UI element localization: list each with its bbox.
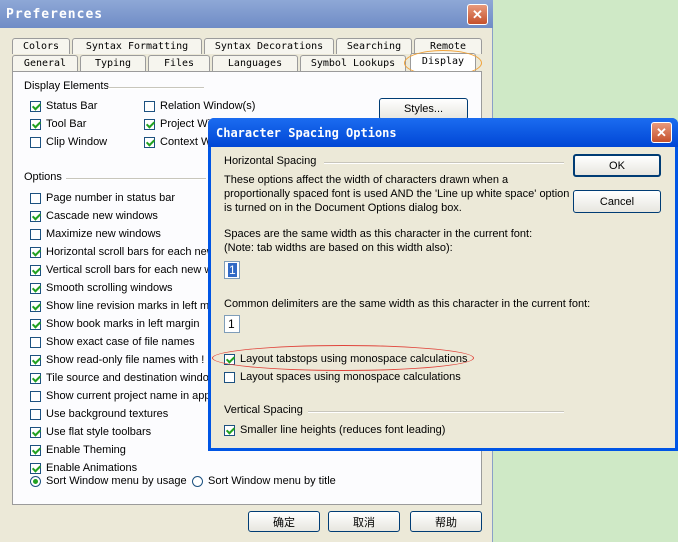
option-check-icon (30, 228, 41, 240)
relation-window-check-icon (144, 100, 155, 112)
options-list: Page number in status bar Cascade new wi… (30, 189, 210, 477)
preferences-title: Preferences (6, 6, 104, 22)
options-divider (66, 178, 206, 180)
clip-window-check-icon (30, 136, 41, 148)
preferences-cancel-button[interactable]: 取消 (328, 511, 400, 532)
tab-general[interactable]: General (12, 55, 78, 71)
option-horizontal-scroll[interactable]: Horizontal scroll bars for each new (30, 243, 210, 261)
tab-syntax-decorations[interactable]: Syntax Decorations (204, 38, 334, 54)
option-check-icon (30, 444, 41, 456)
tab-files[interactable]: Files (148, 55, 210, 71)
context-window-checkbox[interactable]: Context W (144, 136, 211, 148)
option-flat-toolbars[interactable]: Use flat style toolbars (30, 423, 210, 441)
clip-window-checkbox[interactable]: Clip Window (30, 136, 107, 148)
tab-colors[interactable]: Colors (12, 38, 70, 54)
relation-window-checkbox[interactable]: Relation Window(s) (144, 100, 255, 112)
spaces-char-input[interactable]: 1 (224, 261, 240, 279)
option-background-textures[interactable]: Use background textures (30, 405, 210, 423)
option-check-icon (30, 300, 41, 312)
option-project-name[interactable]: Show current project name in appli (30, 387, 210, 405)
radio-selected-icon (30, 475, 41, 487)
option-check-icon (30, 390, 41, 402)
layout-tabstops-checkbox[interactable]: Layout tabstops using monospace calculat… (224, 353, 467, 365)
layout-spaces-checkbox[interactable]: Layout spaces using monospace calculatio… (224, 371, 461, 383)
option-check-icon (30, 372, 41, 384)
option-check-icon (30, 282, 41, 294)
spacing-title: Character Spacing Options (216, 125, 397, 140)
character-spacing-dialog: Character Spacing Options ✕ Horizontal S… (208, 118, 678, 451)
spacing-ok-button[interactable]: OK (573, 154, 661, 177)
sort-by-usage-radio[interactable]: Sort Window menu by usage (30, 475, 187, 487)
option-cascade[interactable]: Cascade new windows (30, 207, 210, 225)
spacing-cancel-button[interactable]: Cancel (573, 190, 661, 213)
option-check-icon (30, 246, 41, 258)
spacing-close-icon[interactable]: ✕ (651, 122, 672, 143)
spaces-mono-check-icon (224, 371, 235, 383)
delimiters-width-label: Common delimiters are the same width as … (224, 298, 591, 310)
tabstops-check-icon (224, 353, 235, 365)
option-smooth-scrolling[interactable]: Smooth scrolling windows (30, 279, 210, 297)
preferences-close-icon[interactable]: ✕ (467, 4, 488, 25)
project-window-checkbox[interactable]: Project Wi (144, 118, 210, 130)
option-page-number[interactable]: Page number in status bar (30, 189, 210, 207)
option-check-icon (30, 318, 41, 330)
tool-bar-checkbox[interactable]: Tool Bar (30, 118, 86, 130)
option-check-icon (30, 408, 41, 420)
option-check-icon (30, 426, 41, 438)
status-bar-check-icon (30, 100, 41, 112)
tab-languages[interactable]: Languages (212, 55, 298, 71)
project-window-check-icon (144, 118, 155, 130)
context-window-check-icon (144, 136, 155, 148)
options-title: Options (24, 171, 62, 183)
option-tile-source[interactable]: Tile source and destination window (30, 369, 210, 387)
tab-syntax-formatting[interactable]: Syntax Formatting (72, 38, 202, 54)
option-check-icon (30, 336, 41, 348)
option-check-icon (30, 354, 41, 366)
option-check-icon (30, 264, 41, 276)
styles-button[interactable]: Styles... (379, 98, 468, 120)
option-check-icon (30, 192, 41, 204)
tab-typing[interactable]: Typing (80, 55, 146, 71)
option-check-icon (30, 462, 41, 474)
horizontal-spacing-title: Horizontal Spacing (224, 155, 317, 167)
preferences-help-button[interactable]: 帮助 (410, 511, 482, 532)
option-check-icon (30, 210, 41, 222)
smaller-line-check-icon (224, 424, 235, 436)
option-vertical-scroll[interactable]: Vertical scroll bars for each new wi (30, 261, 210, 279)
tab-display[interactable]: Display (410, 53, 476, 71)
option-line-revision[interactable]: Show line revision marks in left mar (30, 297, 210, 315)
display-elements-divider (108, 87, 204, 89)
delimiters-char-input[interactable]: 1 (224, 315, 240, 333)
spaces-width-label: Spaces are the same width as this charac… (224, 228, 533, 254)
spacing-title-bar: Character Spacing Options (208, 118, 678, 147)
sort-by-title-radio[interactable]: Sort Window menu by title (192, 475, 336, 487)
tab-symbol-lookups[interactable]: Symbol Lookups (300, 55, 406, 71)
preferences-ok-button[interactable]: 确定 (248, 511, 320, 532)
vertical-spacing-divider (308, 411, 564, 413)
status-bar-checkbox[interactable]: Status Bar (30, 100, 97, 112)
tool-bar-check-icon (30, 118, 41, 130)
option-book-marks[interactable]: Show book marks in left margin (30, 315, 210, 333)
tab-remote[interactable]: Remote (414, 38, 482, 54)
spacing-description: These options affect the width of charac… (224, 174, 570, 214)
option-exact-case[interactable]: Show exact case of file names (30, 333, 210, 351)
option-read-only[interactable]: Show read-only file names with ! m (30, 351, 210, 369)
vertical-spacing-title: Vertical Spacing (224, 404, 303, 416)
smaller-line-heights-checkbox[interactable]: Smaller line heights (reduces font leadi… (224, 424, 445, 436)
preferences-title-bar: Preferences (0, 0, 493, 28)
horizontal-spacing-divider (324, 162, 564, 164)
radio-empty-icon (192, 475, 203, 487)
tab-searching[interactable]: Searching (336, 38, 412, 54)
display-elements-title: Display Elements (24, 80, 109, 92)
option-enable-theming[interactable]: Enable Theming (30, 441, 210, 459)
option-maximize[interactable]: Maximize new windows (30, 225, 210, 243)
